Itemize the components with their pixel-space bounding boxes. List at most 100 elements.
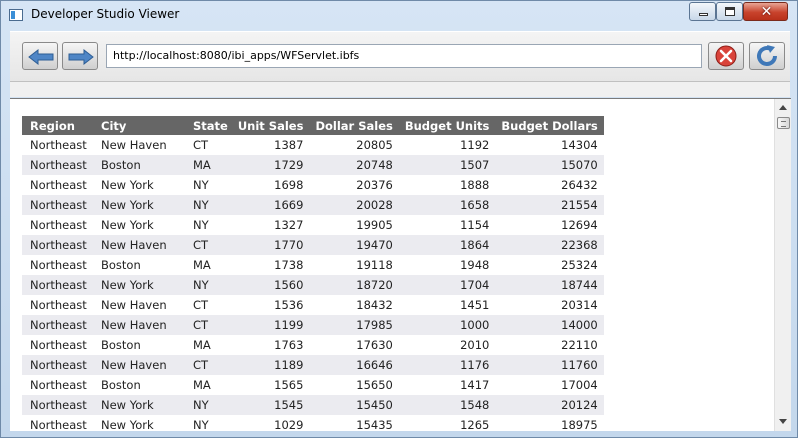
scroll-thumb[interactable] — [777, 117, 790, 129]
back-button[interactable] — [22, 42, 58, 70]
cell-budget-units: 1265 — [398, 415, 496, 431]
cell-region: Northeast — [22, 175, 93, 195]
cell-state: NY — [185, 415, 232, 431]
cell-region: Northeast — [22, 335, 93, 355]
table-row: Northeast New Haven CT 1387 20805 1192 14304 — [22, 135, 604, 155]
cell-budget-dollars: 18975 — [495, 415, 604, 431]
table-body: Northeast New Haven CT 1387 20805 1192 14304 No… — [22, 135, 604, 431]
cell-budget-units: 1451 — [398, 295, 496, 315]
minimize-button[interactable] — [689, 2, 716, 21]
cell-budget-units: 1000 — [398, 315, 496, 335]
cell-budget-dollars: 11760 — [495, 355, 604, 375]
table-row: Northeast New York NY 1545 15450 1548 20124 — [22, 395, 604, 415]
address-input[interactable]: http://localhost:8080/ibi_apps/WFServlet… — [106, 44, 702, 68]
cell-state: MA — [185, 155, 232, 175]
maximize-button[interactable] — [716, 2, 743, 21]
cell-unit-sales: 1029 — [231, 415, 310, 431]
cell-dollar-sales: 17630 — [309, 335, 399, 355]
cell-budget-units: 1548 — [398, 395, 496, 415]
cell-unit-sales: 1729 — [231, 155, 310, 175]
cell-city: New Haven — [93, 315, 185, 335]
cell-region: Northeast — [22, 275, 93, 295]
cell-city: New York — [93, 395, 185, 415]
cell-state: NY — [185, 175, 232, 195]
col-header-region: Region — [22, 116, 93, 135]
table-row: Northeast Boston MA 1729 20748 1507 15070 — [22, 155, 604, 175]
cell-dollar-sales: 20028 — [309, 195, 399, 215]
cell-state: MA — [185, 255, 232, 275]
vertical-scrollbar[interactable] — [774, 99, 791, 431]
toolbar-strip: http://localhost:8080/ibi_apps/WFServlet… — [10, 32, 790, 82]
cell-region: Northeast — [22, 195, 93, 215]
refresh-button[interactable] — [749, 42, 785, 70]
cell-state: CT — [185, 295, 232, 315]
table-row: Northeast New Haven CT 1770 19470 1864 22368 — [22, 235, 604, 255]
cell-region: Northeast — [22, 235, 93, 255]
cell-unit-sales: 1565 — [231, 375, 310, 395]
table-row: Northeast New York NY 1669 20028 1658 21554 — [22, 195, 604, 215]
cell-budget-units: 1176 — [398, 355, 496, 375]
minimize-icon — [699, 13, 708, 16]
cell-city: Boston — [93, 255, 185, 275]
close-button[interactable]: ✕ — [743, 2, 788, 21]
stop-button[interactable] — [708, 42, 744, 70]
cell-state: CT — [185, 355, 232, 375]
cell-city: Boston — [93, 335, 185, 355]
close-icon: ✕ — [760, 4, 773, 20]
cell-region: Northeast — [22, 255, 93, 275]
cell-state: CT — [185, 235, 232, 255]
cell-unit-sales: 1536 — [231, 295, 310, 315]
table-header-row: Region City State Unit Sales Dollar Sale… — [22, 116, 604, 135]
cell-budget-dollars: 20314 — [495, 295, 604, 315]
cell-city: New Haven — [93, 295, 185, 315]
cell-city: New York — [93, 275, 185, 295]
title-bar[interactable]: Developer Studio Viewer ✕ — [1, 1, 797, 29]
cell-dollar-sales: 15435 — [309, 415, 399, 431]
table-row: Northeast Boston MA 1763 17630 2010 22110 — [22, 335, 604, 355]
cell-dollar-sales: 16646 — [309, 355, 399, 375]
cell-dollar-sales: 20805 — [309, 135, 399, 155]
table-row: Northeast Boston MA 1738 19118 1948 25324 — [22, 255, 604, 275]
cell-city: New York — [93, 175, 185, 195]
col-header-unit-sales: Unit Sales — [231, 116, 310, 135]
cell-budget-units: 1948 — [398, 255, 496, 275]
cell-unit-sales: 1669 — [231, 195, 310, 215]
cell-state: NY — [185, 215, 232, 235]
cell-state: MA — [185, 375, 232, 395]
cell-budget-dollars: 14000 — [495, 315, 604, 335]
cell-region: Northeast — [22, 415, 93, 431]
window-title: Developer Studio Viewer — [31, 7, 180, 21]
cell-region: Northeast — [22, 155, 93, 175]
cell-budget-units: 1658 — [398, 195, 496, 215]
cell-unit-sales: 1763 — [231, 335, 310, 355]
cell-unit-sales: 1738 — [231, 255, 310, 275]
maximize-icon — [725, 7, 735, 16]
cell-budget-units: 1507 — [398, 155, 496, 175]
cell-state: CT — [185, 315, 232, 335]
cell-city: New Haven — [93, 135, 185, 155]
scroll-up-icon[interactable] — [779, 105, 787, 110]
table-row: Northeast New Haven CT 1536 18432 1451 20314 — [22, 295, 604, 315]
refresh-icon — [757, 45, 777, 66]
scroll-down-icon[interactable] — [779, 419, 787, 424]
cell-budget-dollars: 25324 — [495, 255, 604, 275]
col-header-budget-units: Budget Units — [398, 116, 496, 135]
cell-budget-dollars: 18744 — [495, 275, 604, 295]
report-viewport[interactable]: Region City State Unit Sales Dollar Sale… — [10, 98, 791, 431]
cell-budget-units: 2010 — [398, 335, 496, 355]
viewer-window: Developer Studio Viewer ✕ http://localho… — [0, 0, 798, 438]
cell-dollar-sales: 17985 — [309, 315, 399, 335]
cell-state: NY — [185, 395, 232, 415]
cell-region: Northeast — [22, 295, 93, 315]
cell-region: Northeast — [22, 315, 93, 335]
col-header-budget-dollars: Budget Dollars — [495, 116, 604, 135]
table-row: Northeast New Haven CT 1199 17985 1000 14000 — [22, 315, 604, 335]
cell-dollar-sales: 15650 — [309, 375, 399, 395]
cell-budget-dollars: 12694 — [495, 215, 604, 235]
cell-budget-dollars: 17004 — [495, 375, 604, 395]
cell-city: New York — [93, 215, 185, 235]
report-table: Region City State Unit Sales Dollar Sale… — [22, 116, 604, 431]
cell-city: Boston — [93, 155, 185, 175]
cell-unit-sales: 1560 — [231, 275, 310, 295]
forward-button[interactable] — [62, 42, 98, 70]
